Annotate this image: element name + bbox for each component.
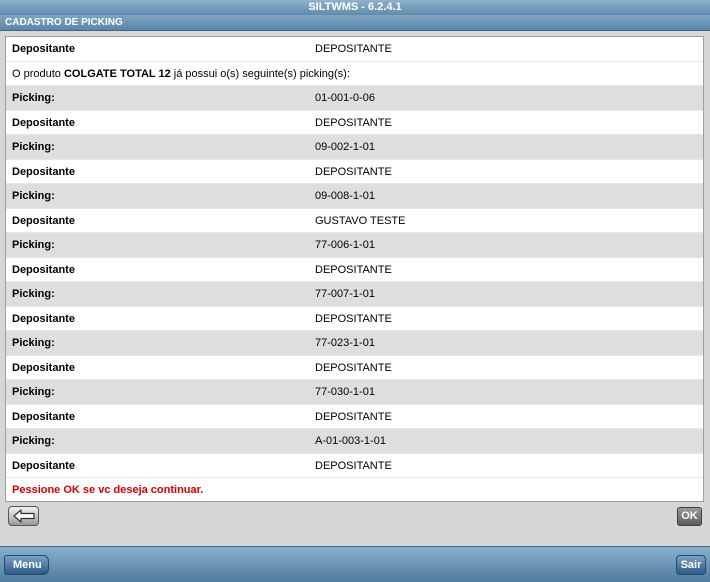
depositante-value: DEPOSITANTE <box>315 361 392 374</box>
ok-button[interactable]: OK <box>677 507 702 526</box>
depositante-label: Depositante <box>12 116 75 129</box>
app-title: SILTWMS - 6.2.4.1 <box>0 0 710 15</box>
picking-value: 77-006-1-01 <box>315 239 375 251</box>
depositante-value: DEPOSITANTE <box>315 116 392 129</box>
picking-panel: Depositante DEPOSITANTE O produto COLGAT… <box>5 36 704 502</box>
picking-label: Picking: <box>12 337 55 349</box>
depositante-label: Depositante <box>12 410 75 423</box>
depositante-value: DEPOSITANTE <box>315 263 392 276</box>
section-title: CADASTRO DE PICKING <box>0 15 710 31</box>
warning-message: Pessione OK se vc deseja continuar. <box>6 478 703 501</box>
picking-row: Picking: 77-007-1-01 <box>6 282 703 307</box>
picking-label: Picking: <box>12 239 55 251</box>
depositante-label: Depositante <box>12 361 75 374</box>
message-prefix: O produto <box>12 67 64 80</box>
picking-label: Picking: <box>12 190 55 202</box>
message-suffix: já possui o(s) seguinte(s) picking(s): <box>170 67 350 80</box>
header-depositante-label: Depositante <box>12 43 75 55</box>
depositante-value: DEPOSITANTE <box>315 459 392 472</box>
depositante-row: Depositante DEPOSITANTE <box>6 454 703 478</box>
depositante-label: Depositante <box>12 263 75 276</box>
depositante-row: Depositante DEPOSITANTE <box>6 160 703 184</box>
depositante-label: Depositante <box>12 312 75 325</box>
depositante-value: DEPOSITANTE <box>315 410 392 423</box>
picking-value: A-01-003-1-01 <box>315 435 386 447</box>
depositante-label: Depositante <box>12 165 75 178</box>
footer-bar: Menu Sair <box>0 546 710 582</box>
picking-value: 77-007-1-01 <box>315 288 375 300</box>
depositante-row: Depositante DEPOSITANTE <box>6 111 703 135</box>
depositante-value: DEPOSITANTE <box>315 165 392 178</box>
depositante-label: Depositante <box>12 214 75 227</box>
picking-list: Picking: 01-001-0-06 Depositante DEPOSITANT… <box>6 86 703 478</box>
arrow-left-icon <box>12 509 35 523</box>
picking-label: Picking: <box>12 435 55 447</box>
picking-value: 09-002-1-01 <box>315 141 375 153</box>
picking-row: Picking: 77-006-1-01 <box>6 233 703 258</box>
depositante-value: GUSTAVO TESTE <box>315 214 406 227</box>
info-message: O produto COLGATE TOTAL 12 já possui o(s… <box>6 62 703 86</box>
picking-row: Picking: 77-030-1-01 <box>6 380 703 405</box>
picking-label: Picking: <box>12 288 55 300</box>
picking-label: Picking: <box>12 386 55 398</box>
depositante-value: DEPOSITANTE <box>315 312 392 325</box>
picking-row: Picking: 01-001-0-06 <box>6 86 703 111</box>
picking-row: Picking: 09-008-1-01 <box>6 184 703 209</box>
picking-label: Picking: <box>12 141 55 153</box>
picking-value: 09-008-1-01 <box>315 190 375 202</box>
picking-row: Picking: 77-023-1-01 <box>6 331 703 356</box>
depositante-row: Depositante DEPOSITANTE <box>6 307 703 331</box>
depositante-label: Depositante <box>12 459 75 472</box>
picking-row: Picking: 09-002-1-01 <box>6 135 703 160</box>
picking-value: 77-023-1-01 <box>315 337 375 349</box>
picking-row: Picking: A-01-003-1-01 <box>6 429 703 454</box>
picking-value: 01-001-0-06 <box>315 92 375 104</box>
depositante-row: Depositante DEPOSITANTE <box>6 405 703 429</box>
picking-value: 77-030-1-01 <box>315 386 375 398</box>
menu-button[interactable]: Menu <box>4 555 49 575</box>
depositante-row: Depositante DEPOSITANTE <box>6 258 703 282</box>
header-depositante-row: Depositante DEPOSITANTE <box>6 37 703 62</box>
depositante-row: Depositante DEPOSITANTE <box>6 356 703 380</box>
back-button[interactable] <box>8 506 39 526</box>
depositante-row: Depositante GUSTAVO TESTE <box>6 209 703 233</box>
product-name: COLGATE TOTAL 12 <box>63 67 171 80</box>
picking-label: Picking: <box>12 92 55 104</box>
sair-button[interactable]: Sair <box>676 555 706 575</box>
header-depositante-value: DEPOSITANTE <box>315 43 392 55</box>
